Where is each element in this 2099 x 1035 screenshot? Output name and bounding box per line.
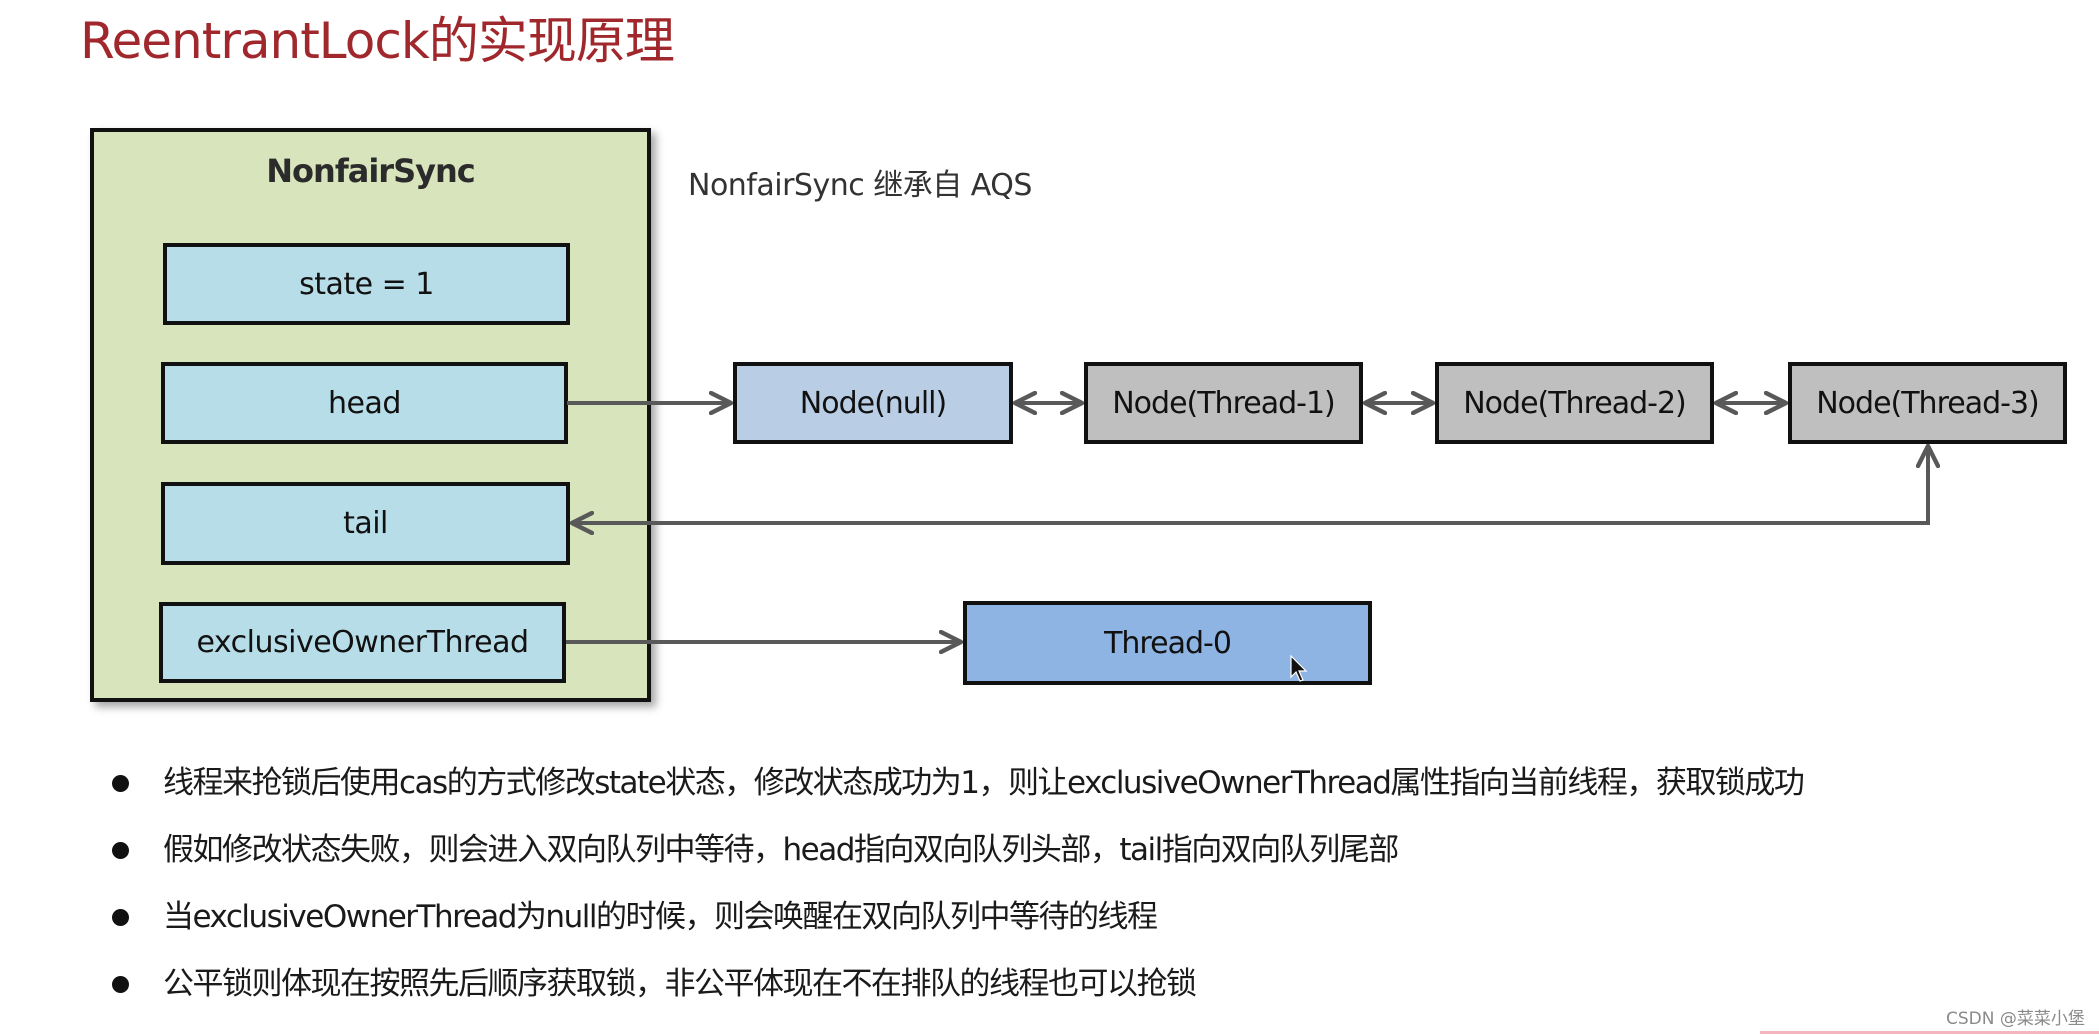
mouse-pointer-icon	[1290, 655, 1308, 682]
bullet-item: 当exclusiveOwnerThread为null的时候，则会唤醒在双向队列中…	[108, 889, 1803, 956]
watermark: CSDN @菜菜小堡	[1946, 1009, 2085, 1029]
bullet-text: 公平锁则体现在按照先后顺序获取锁，非公平体现在不在排队的线程也可以抢锁	[163, 966, 1197, 1002]
bullet-dot-icon	[112, 976, 129, 993]
bullet-dot-icon	[112, 775, 129, 792]
bullet-item: 公平锁则体现在按照先后顺序获取锁，非公平体现在不在排队的线程也可以抢锁	[108, 956, 1803, 1023]
progress-line	[1760, 1031, 2099, 1034]
bullet-item: 线程来抢锁后使用cas的方式修改state状态，修改状态成功为1，则让exclu…	[108, 755, 1805, 822]
edge-thread-3-to-tail	[572, 446, 1928, 523]
bullet-text: 线程来抢锁后使用cas的方式修改state状态，修改状态成功为1，则让exclu…	[163, 765, 1805, 801]
bullet-text: 当exclusiveOwnerThread为null的时候，则会唤醒在双向队列中…	[163, 899, 1158, 935]
bullet-item: 假如修改状态失败，则会进入双向队列中等待，head指向双向队列头部，tail指向…	[108, 822, 1803, 889]
bullet-list: 线程来抢锁后使用cas的方式修改state状态，修改状态成功为1，则让exclu…	[108, 755, 1805, 1023]
bullet-text: 假如修改状态失败，则会进入双向队列中等待，head指向双向队列头部，tail指向…	[163, 832, 1399, 868]
bullet-dot-icon	[112, 842, 129, 859]
bullet-dot-icon	[112, 909, 129, 926]
